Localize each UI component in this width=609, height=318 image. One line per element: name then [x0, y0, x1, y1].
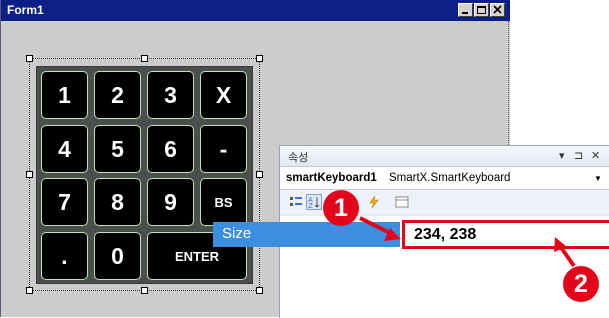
annotation-arrows — [359, 216, 576, 268]
callout-1: 1 — [323, 190, 359, 226]
arrow-2 — [554, 237, 576, 268]
callout-2: 2 — [563, 266, 599, 302]
arrow-1 — [359, 216, 401, 241]
